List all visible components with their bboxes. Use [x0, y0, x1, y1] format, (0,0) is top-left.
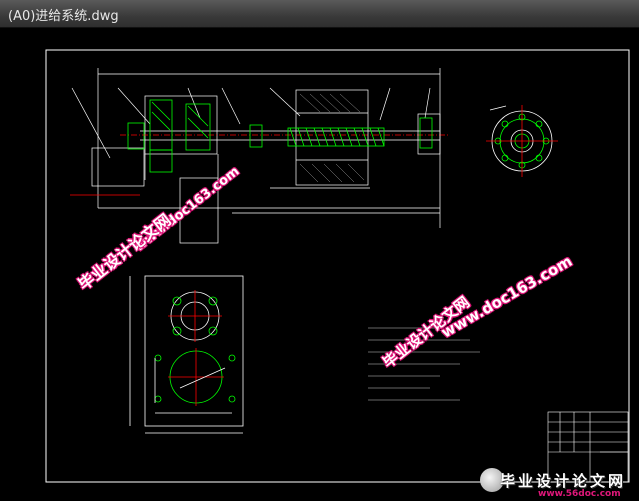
assembly-green-parts: [127, 99, 433, 173]
corner-logo-text: 毕业设计论文网: [500, 472, 627, 490]
plate-view: [129, 275, 244, 434]
corner-logo-url: www.56doc.com: [538, 489, 621, 499]
drawing-canvas[interactable]: www.doc163.com 毕业设计论文网 www.doc163.com 毕业…: [0, 28, 639, 501]
window-titlebar: (A0)进给系统.dwg: [0, 0, 639, 28]
assembly-view: [70, 68, 450, 244]
flange-view: [486, 105, 558, 177]
window-title: (A0)进给系统.dwg: [8, 9, 119, 24]
